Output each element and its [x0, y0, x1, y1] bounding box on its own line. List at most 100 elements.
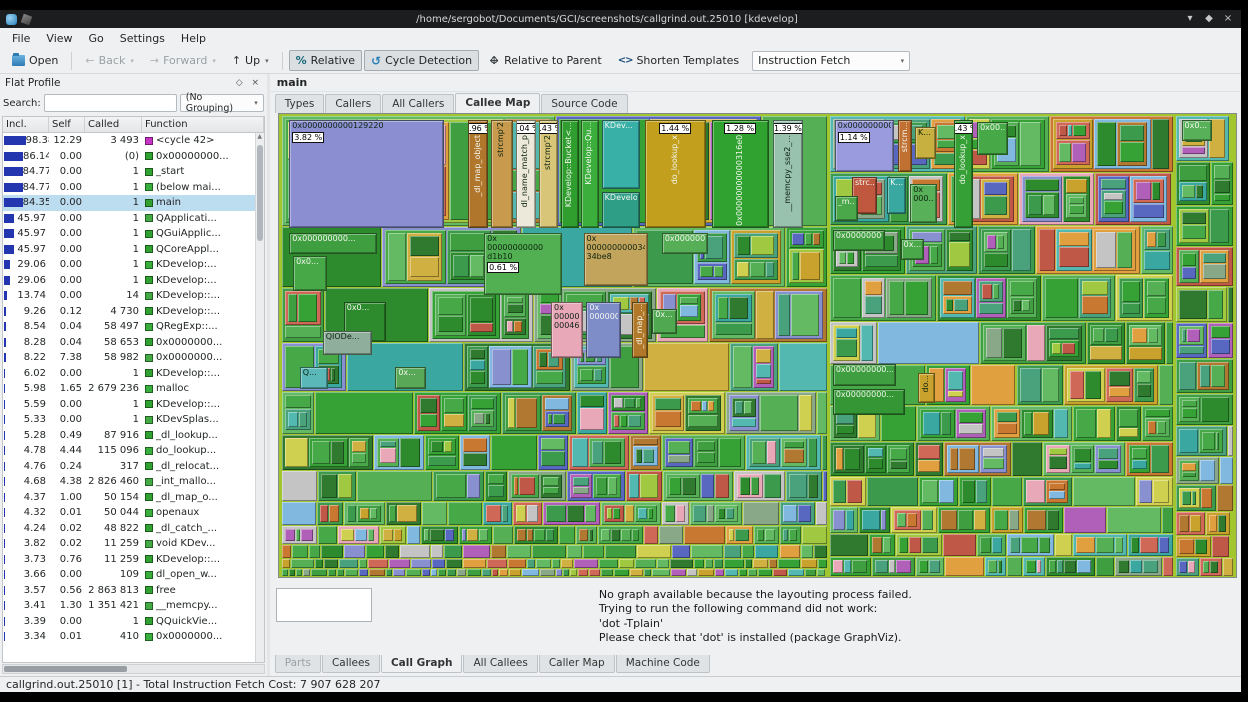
treemap-cell[interactable] — [1178, 289, 1208, 320]
treemap-cell[interactable] — [502, 391, 577, 434]
treemap-cell[interactable] — [432, 290, 500, 339]
treemap-cell[interactable] — [778, 559, 800, 569]
treemap-cell[interactable] — [1125, 442, 1173, 476]
treemap-cell[interactable] — [980, 445, 1008, 473]
treemap-cell[interactable] — [571, 437, 588, 468]
treemap-cell[interactable] — [611, 412, 645, 430]
treemap-function-cell[interactable]: KDevelop::Qu... — [580, 120, 599, 228]
treemap-cell[interactable] — [368, 569, 385, 576]
treemap-cell[interactable] — [959, 476, 992, 507]
treemap-cell[interactable] — [883, 537, 891, 553]
treemap-cell[interactable] — [846, 510, 854, 531]
treemap-cell[interactable] — [643, 526, 659, 544]
treemap-cell[interactable] — [614, 569, 629, 576]
treemap-cell[interactable] — [463, 544, 490, 558]
treemap-cell[interactable] — [864, 295, 882, 315]
treemap-cell[interactable] — [1021, 537, 1039, 553]
treemap-cell[interactable] — [800, 559, 818, 569]
treemap-cell[interactable] — [1210, 326, 1230, 338]
treemap-cell[interactable] — [993, 408, 1021, 439]
table-row[interactable]: 3.82 0.02 11 259 void KDev... — [3, 536, 264, 552]
treemap-cell[interactable] — [1109, 386, 1130, 398]
treemap-cell[interactable] — [917, 445, 940, 459]
treemap-cell[interactable] — [684, 526, 725, 544]
treemap-cell[interactable] — [1073, 125, 1087, 137]
treemap-cell[interactable] — [281, 559, 290, 569]
treemap-cell[interactable] — [1178, 538, 1195, 555]
treemap-cell[interactable] — [1200, 365, 1211, 387]
treemap-cell[interactable] — [1073, 534, 1127, 556]
treemap-cell[interactable] — [1136, 182, 1151, 200]
treemap-cell[interactable] — [1147, 328, 1159, 343]
treemap-cell[interactable] — [1189, 514, 1201, 532]
treemap-cell[interactable] — [583, 544, 605, 558]
treemap-cell[interactable] — [506, 296, 524, 304]
treemap-cell[interactable] — [570, 569, 577, 576]
treemap-cell[interactable] — [522, 569, 540, 576]
treemap-function-cell[interactable]: 1.96 %_dl_map_object — [467, 120, 488, 228]
treemap-cell[interactable] — [992, 537, 1002, 553]
treemap-cell[interactable] — [1025, 192, 1060, 219]
treemap-cell[interactable] — [888, 281, 905, 316]
treemap-cell[interactable] — [1056, 122, 1091, 140]
table-row[interactable]: 5.98 1.65 2 679 236 malloc — [3, 381, 264, 397]
treemap-cell[interactable] — [1178, 514, 1189, 532]
treemap-cell[interactable] — [1131, 448, 1147, 459]
treemap-cell[interactable] — [588, 529, 594, 541]
treemap-cell[interactable] — [918, 476, 959, 507]
treemap-cell[interactable] — [608, 477, 617, 495]
treemap-cell[interactable] — [708, 287, 827, 342]
treemap-cell[interactable] — [1027, 510, 1046, 531]
treemap-cell[interactable] — [485, 504, 501, 523]
treemap-cell[interactable] — [889, 460, 907, 469]
treemap-function-cell[interactable]: K... — [887, 176, 907, 214]
treemap-cell[interactable] — [545, 397, 570, 410]
treemap-cell[interactable] — [1094, 173, 1171, 226]
treemap-cell[interactable] — [579, 369, 594, 381]
treemap-cell[interactable] — [921, 479, 939, 504]
treemap-cell[interactable] — [705, 235, 723, 260]
treemap-cell[interactable] — [1213, 165, 1230, 179]
treemap-cell[interactable] — [693, 559, 704, 569]
treemap-cell[interactable] — [1059, 125, 1068, 137]
treemap-cell[interactable] — [1175, 511, 1205, 535]
treemap-cell[interactable] — [469, 323, 493, 332]
treemap-cell[interactable] — [728, 394, 759, 431]
treemap-cell[interactable] — [823, 471, 827, 501]
treemap-cell[interactable] — [1036, 559, 1041, 573]
treemap-cell[interactable] — [833, 325, 861, 361]
treemap-cell[interactable] — [1027, 325, 1046, 361]
treemap-cell[interactable] — [814, 544, 827, 558]
treemap-function-cell[interactable]: 0x0... — [293, 256, 328, 292]
treemap-function-cell[interactable]: Q... — [299, 366, 329, 389]
treemap-cell[interactable] — [975, 278, 1007, 319]
treemap-function-cell[interactable]: 0.43 %strcmp'2 — [538, 120, 558, 228]
treemap-cell[interactable] — [1136, 370, 1151, 384]
treemap-cell[interactable] — [1053, 119, 1094, 170]
maximize-button[interactable]: ◆ — [1202, 11, 1216, 27]
treemap-cell[interactable] — [973, 510, 986, 531]
table-row[interactable]: 3.34 0.01 410 0x0000000... — [3, 629, 264, 645]
treemap-cell[interactable] — [1006, 556, 1023, 576]
treemap-cell[interactable] — [1045, 556, 1095, 576]
treemap-cell[interactable] — [284, 529, 295, 541]
treemap-cell[interactable] — [788, 569, 804, 576]
treemap-cell[interactable] — [1114, 556, 1163, 576]
treemap-cell[interactable] — [314, 391, 414, 434]
treemap-cell[interactable] — [779, 544, 800, 558]
treemap-cell[interactable] — [917, 459, 940, 472]
treemap-cell[interactable] — [545, 410, 570, 427]
treemap-cell[interactable] — [1181, 184, 1196, 198]
treemap-cell[interactable] — [818, 559, 827, 569]
titlebar[interactable]: /home/sergobot/Documents/GCI/screenshots… — [0, 10, 1241, 28]
treemap-cell[interactable] — [786, 226, 827, 287]
shade-button[interactable]: ▾ — [1183, 11, 1197, 27]
treemap-cell[interactable] — [993, 510, 1009, 531]
treemap-cell[interactable] — [691, 400, 702, 411]
treemap-cell[interactable] — [1119, 278, 1143, 319]
treemap-cell[interactable] — [766, 440, 776, 465]
treemap-function-cell[interactable]: K... — [914, 126, 936, 160]
treemap-cell[interactable] — [877, 322, 979, 364]
treemap-cell[interactable] — [599, 559, 619, 569]
treemap-cell[interactable] — [895, 534, 942, 556]
